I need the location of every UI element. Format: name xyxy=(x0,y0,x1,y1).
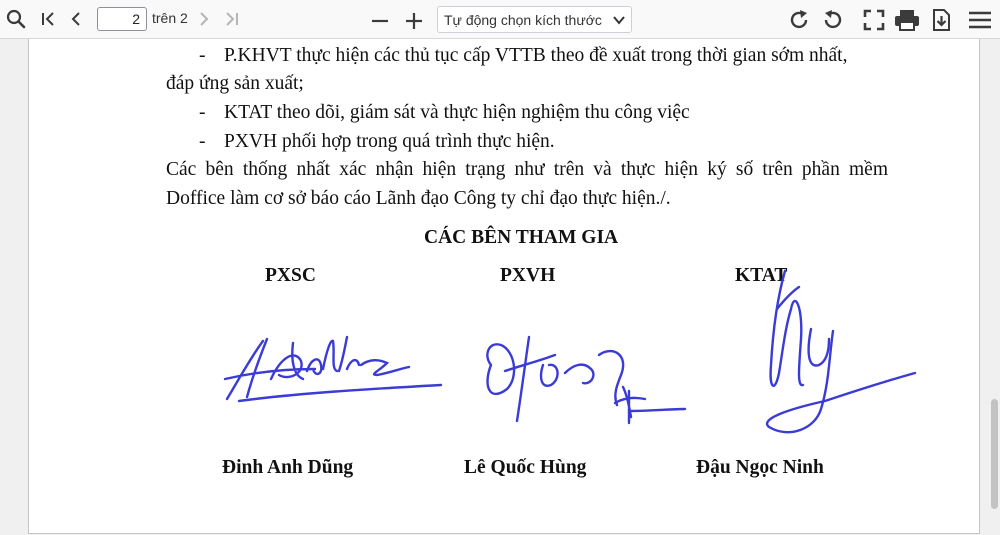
page-count-label: trên 2 xyxy=(152,10,188,26)
list-item-khvt-continued: đáp ứng sản xuất; xyxy=(166,73,304,94)
rotate-counterclockwise-icon[interactable] xyxy=(820,7,846,33)
agreement-paragraph-line2: Doffice làm cơ sở báo cáo Lãnh đạo Công … xyxy=(166,188,671,209)
rotate-clockwise-icon[interactable] xyxy=(786,7,812,33)
zoom-out-icon[interactable] xyxy=(368,9,392,31)
search-icon[interactable] xyxy=(4,8,28,30)
list-bullet: - xyxy=(199,45,206,66)
zoom-in-icon[interactable] xyxy=(402,9,426,31)
page-content: - P.KHVT thực hiện các thủ tục cấp VTTB … xyxy=(29,39,979,533)
chevron-down-icon xyxy=(612,13,626,30)
page-number-input[interactable] xyxy=(97,7,147,31)
party-name-pxvh: Lê Quốc Hùng xyxy=(464,457,587,478)
vertical-scrollbar-thumb[interactable] xyxy=(991,399,998,509)
party-name-pxsc: Đinh Anh Dũng xyxy=(222,457,354,478)
zoom-select-value: Tự động chọn kích thước xyxy=(444,11,602,28)
last-page-icon[interactable] xyxy=(220,9,242,29)
party-unit-pxsc: PXSC xyxy=(265,265,316,286)
party-unit-pxvh: PXVH xyxy=(500,265,556,286)
signature-le-quoc-hung xyxy=(486,335,687,425)
party-name-ktat: Đậu Ngọc Ninh xyxy=(696,457,824,478)
list-item-khvt: P.KHVT thực hiện các thủ tục cấp VTTB th… xyxy=(224,45,848,66)
document-viewer[interactable]: - P.KHVT thực hiện các thủ tục cấp VTTB … xyxy=(0,39,1000,535)
signature-dau-ngoc-ninh xyxy=(765,269,917,434)
list-bullet: - xyxy=(199,102,206,123)
list-item-ktat: KTAT theo dõi, giám sát và thực hiện ngh… xyxy=(224,102,690,123)
pdf-page: - P.KHVT thực hiện các thủ tục cấp VTTB … xyxy=(28,39,980,534)
next-page-icon[interactable] xyxy=(194,9,214,29)
agreement-paragraph-line1: Các bên thống nhất xác nhận hiện trạng n… xyxy=(166,159,888,180)
menu-icon[interactable] xyxy=(965,8,995,32)
previous-page-icon[interactable] xyxy=(66,9,86,29)
signature-dinh-anh-dung xyxy=(223,335,443,403)
download-icon[interactable] xyxy=(930,8,952,32)
list-item-pxvh: PXVH phối hợp trong quá trình thực hiện. xyxy=(224,131,555,152)
print-icon[interactable] xyxy=(893,8,921,32)
fullscreen-icon[interactable] xyxy=(862,8,886,32)
first-page-icon[interactable] xyxy=(38,9,60,29)
parties-title: CÁC BÊN THAM GIA xyxy=(424,227,619,248)
pdf-toolbar: trên 2 Tự động chọn kích thước xyxy=(0,0,1000,39)
zoom-select[interactable]: Tự động chọn kích thước xyxy=(437,6,632,33)
list-bullet: - xyxy=(199,131,206,152)
